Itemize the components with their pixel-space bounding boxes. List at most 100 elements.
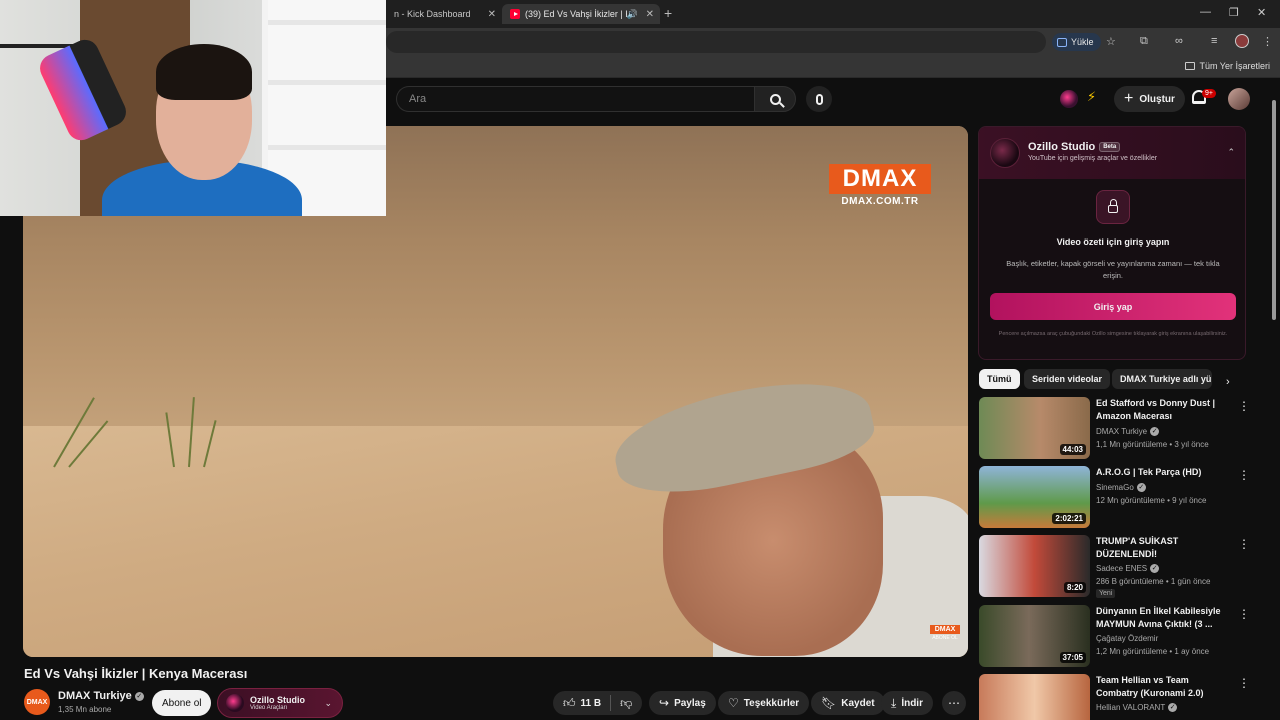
list-item[interactable]: 8:20 TRUMP'A SUİKAST DÜZENLENDİ! Sadece … [978, 535, 1250, 599]
ozillo-studio-button[interactable]: Ozillo Studio Video Araçları ⌄ [217, 688, 343, 718]
ozillo-button-sub: Video Araçları [250, 705, 288, 711]
search-input[interactable]: Ara [396, 86, 754, 112]
reading-list-icon[interactable]: ≡ [1211, 35, 1217, 47]
ozillo-extension-icon[interactable] [1060, 90, 1078, 108]
chip-all[interactable]: Tümü [979, 369, 1020, 389]
upload-button[interactable]: Yükle [1052, 33, 1101, 51]
more-vert-icon[interactable]: ⋮ [1238, 399, 1250, 413]
duration-badge: 37:05 [1059, 652, 1086, 663]
like-count[interactable]: 11 B [581, 698, 602, 709]
speaker-icon[interactable]: 🔊 [627, 9, 638, 20]
download-icon: ⤓ [891, 695, 897, 710]
save-button[interactable]: 🔖︎ Kaydet [811, 691, 885, 715]
maximize-icon[interactable]: ❐ [1229, 6, 1239, 19]
tab-youtube-video[interactable]: (39) Ed Vs Vahşi İkizler | Ken 🔊 ✕ [502, 4, 660, 24]
close-icon[interactable]: ✕ [488, 9, 496, 20]
voice-search-button[interactable] [806, 86, 832, 112]
close-icon[interactable]: ✕ [646, 9, 654, 20]
minimize-icon[interactable]: — [1200, 6, 1211, 18]
video-thumbnail[interactable]: 37:05 [979, 605, 1090, 667]
new-tab-icon[interactable]: + [664, 5, 672, 21]
rec-channel-text: SinemaGo [1096, 483, 1134, 492]
list-item[interactable]: 37:05 Dünyanın En İlkel Kabilesiyle MAYM… [978, 605, 1250, 669]
subscribe-button[interactable]: Abone ol [152, 690, 212, 716]
video-thumbnail[interactable]: 8:20 [979, 535, 1090, 597]
bolt-icon[interactable]: ⚡ [1087, 89, 1096, 105]
share-button[interactable]: ↪ Paylaş [649, 691, 716, 715]
dmax-url: DMAX.COM.TR [841, 196, 919, 207]
search-button[interactable] [754, 86, 796, 112]
new-badge: Yeni [1096, 589, 1116, 598]
chevron-right-icon[interactable]: › [1226, 376, 1230, 388]
create-button[interactable]: + Oluştur [1114, 86, 1185, 112]
channel-name[interactable]: DMAX Turkiye ✓ [58, 690, 144, 702]
ozillo-panel-subtitle: YouTube için gelişmiş araçlar ve özellik… [1028, 155, 1158, 162]
rec-title[interactable]: Ed Stafford vs Donny Dust | Amazon Macer… [1096, 397, 1230, 423]
chip-channel[interactable]: DMAX Turkiye adlı yü [1112, 369, 1212, 389]
rec-channel[interactable]: Çağatay Özdemir [1096, 634, 1158, 643]
filter-chips: Tümü Seriden videolar DMAX Turkiye adlı … [978, 369, 1246, 391]
more-vert-icon[interactable]: ⋮ [1238, 676, 1246, 690]
shelf-plank [268, 145, 386, 150]
subscriber-count: 1,35 Mn abone [58, 705, 112, 714]
scrollbar-thumb[interactable] [1272, 100, 1276, 320]
ozillo-title-text: Ozillo Studio [1028, 141, 1096, 153]
more-vert-icon[interactable]: ⋮ [1238, 607, 1250, 621]
rec-channel[interactable]: SinemaGo ✓ [1096, 483, 1146, 493]
video-thumbnail[interactable]: 2:02:21 [979, 466, 1090, 528]
video-thumbnail[interactable] [979, 674, 1090, 720]
verified-icon: ✓ [1136, 483, 1146, 493]
plus-icon: + [1124, 90, 1134, 107]
list-item[interactable]: Team Hellian vs Team Combatry (Kuronami … [978, 674, 1246, 720]
bookmark-icon: 🔖︎ [821, 696, 837, 710]
thumbs-down-icon[interactable]: 👎︎ [620, 696, 632, 711]
heart-dollar-icon: ♡ [728, 696, 739, 710]
save-label: Kaydet [841, 697, 875, 709]
dmax-corner-logo[interactable]: DMAX ABONE OL [930, 625, 960, 641]
list-item[interactable]: 2:02:21 A.R.O.G | Tek Parça (HD) SinemaG… [978, 466, 1250, 530]
rec-channel[interactable]: Sadece ENES ✓ [1096, 564, 1160, 574]
lock-icon [1108, 199, 1118, 213]
ozillo-heading: Video özeti için giriş yapın [1056, 237, 1170, 247]
login-button[interactable]: Giriş yap [990, 293, 1236, 320]
tab-label: n - Kick Dashboard [394, 9, 471, 19]
tab-label: (39) Ed Vs Vahşi İkizler | Ken [525, 9, 627, 19]
page-scrollbar[interactable] [1271, 92, 1277, 718]
share-icon: ↪ [659, 696, 670, 710]
shelf-plank [268, 80, 386, 85]
video-thumbnail[interactable]: 44:03 [979, 397, 1090, 459]
chip-series[interactable]: Seriden videolar [1024, 369, 1111, 389]
ozillo-panel-header[interactable]: Ozillo Studio Beta YouTube için gelişmiş … [979, 127, 1245, 179]
link-icon[interactable]: ∞ [1175, 35, 1183, 47]
profile-icon[interactable] [1235, 34, 1249, 48]
more-actions-button[interactable]: ⋯ [942, 691, 966, 715]
more-vert-icon[interactable]: ⋮ [1238, 537, 1250, 551]
rec-channel-text: DMAX Turkiye [1096, 427, 1148, 436]
tab-kick-dashboard[interactable]: n - Kick Dashboard ✕ [386, 4, 502, 24]
menu-icon[interactable]: ⋮ [1262, 35, 1273, 48]
star-icon[interactable]: ☆ [1106, 35, 1116, 48]
share-label: Paylaş [674, 697, 706, 709]
download-button[interactable]: ⤓ İndir [881, 691, 933, 715]
url-field[interactable] [386, 31, 1046, 53]
avatar[interactable] [1228, 88, 1250, 110]
rec-title[interactable]: Dünyanın En İlkel Kabilesiyle MAYMUN Avı… [1096, 605, 1230, 631]
thumbs-up-icon[interactable]: 👍︎ [563, 696, 576, 711]
rec-channel[interactable]: Hellian VALORANT ✓ [1096, 703, 1178, 713]
window-close-icon[interactable]: ✕ [1257, 6, 1266, 19]
ozillo-panel: Ozillo Studio Beta YouTube için gelişmiş … [978, 126, 1246, 360]
rec-channel[interactable]: DMAX Turkiye ✓ [1096, 427, 1160, 437]
extensions-icon[interactable]: ⧉ [1140, 35, 1148, 48]
more-vert-icon[interactable]: ⋮ [1238, 468, 1250, 482]
thanks-button[interactable]: ♡ Teşekkürler [718, 691, 810, 715]
lock-badge [1096, 190, 1130, 224]
channel-avatar[interactable]: DMAX [24, 689, 50, 715]
download-label: İndir [901, 697, 923, 709]
rec-title[interactable]: TRUMP'A SUİKAST DÜZENLENDİ! [1096, 535, 1230, 561]
ozillo-footnote: Pencere açılmazsa araç çubuğundaki Ozill… [998, 331, 1228, 337]
chevron-up-icon[interactable]: ⌃ [1227, 147, 1235, 158]
list-item[interactable]: 44:03 Ed Stafford vs Donny Dust | Amazon… [978, 397, 1250, 461]
rec-title[interactable]: A.R.O.G | Tek Parça (HD) [1096, 466, 1230, 479]
all-bookmarks[interactable]: Tüm Yer İşaretleri [1185, 61, 1270, 71]
rec-title[interactable]: Team Hellian vs Team Combatry (Kuronami … [1096, 674, 1230, 700]
